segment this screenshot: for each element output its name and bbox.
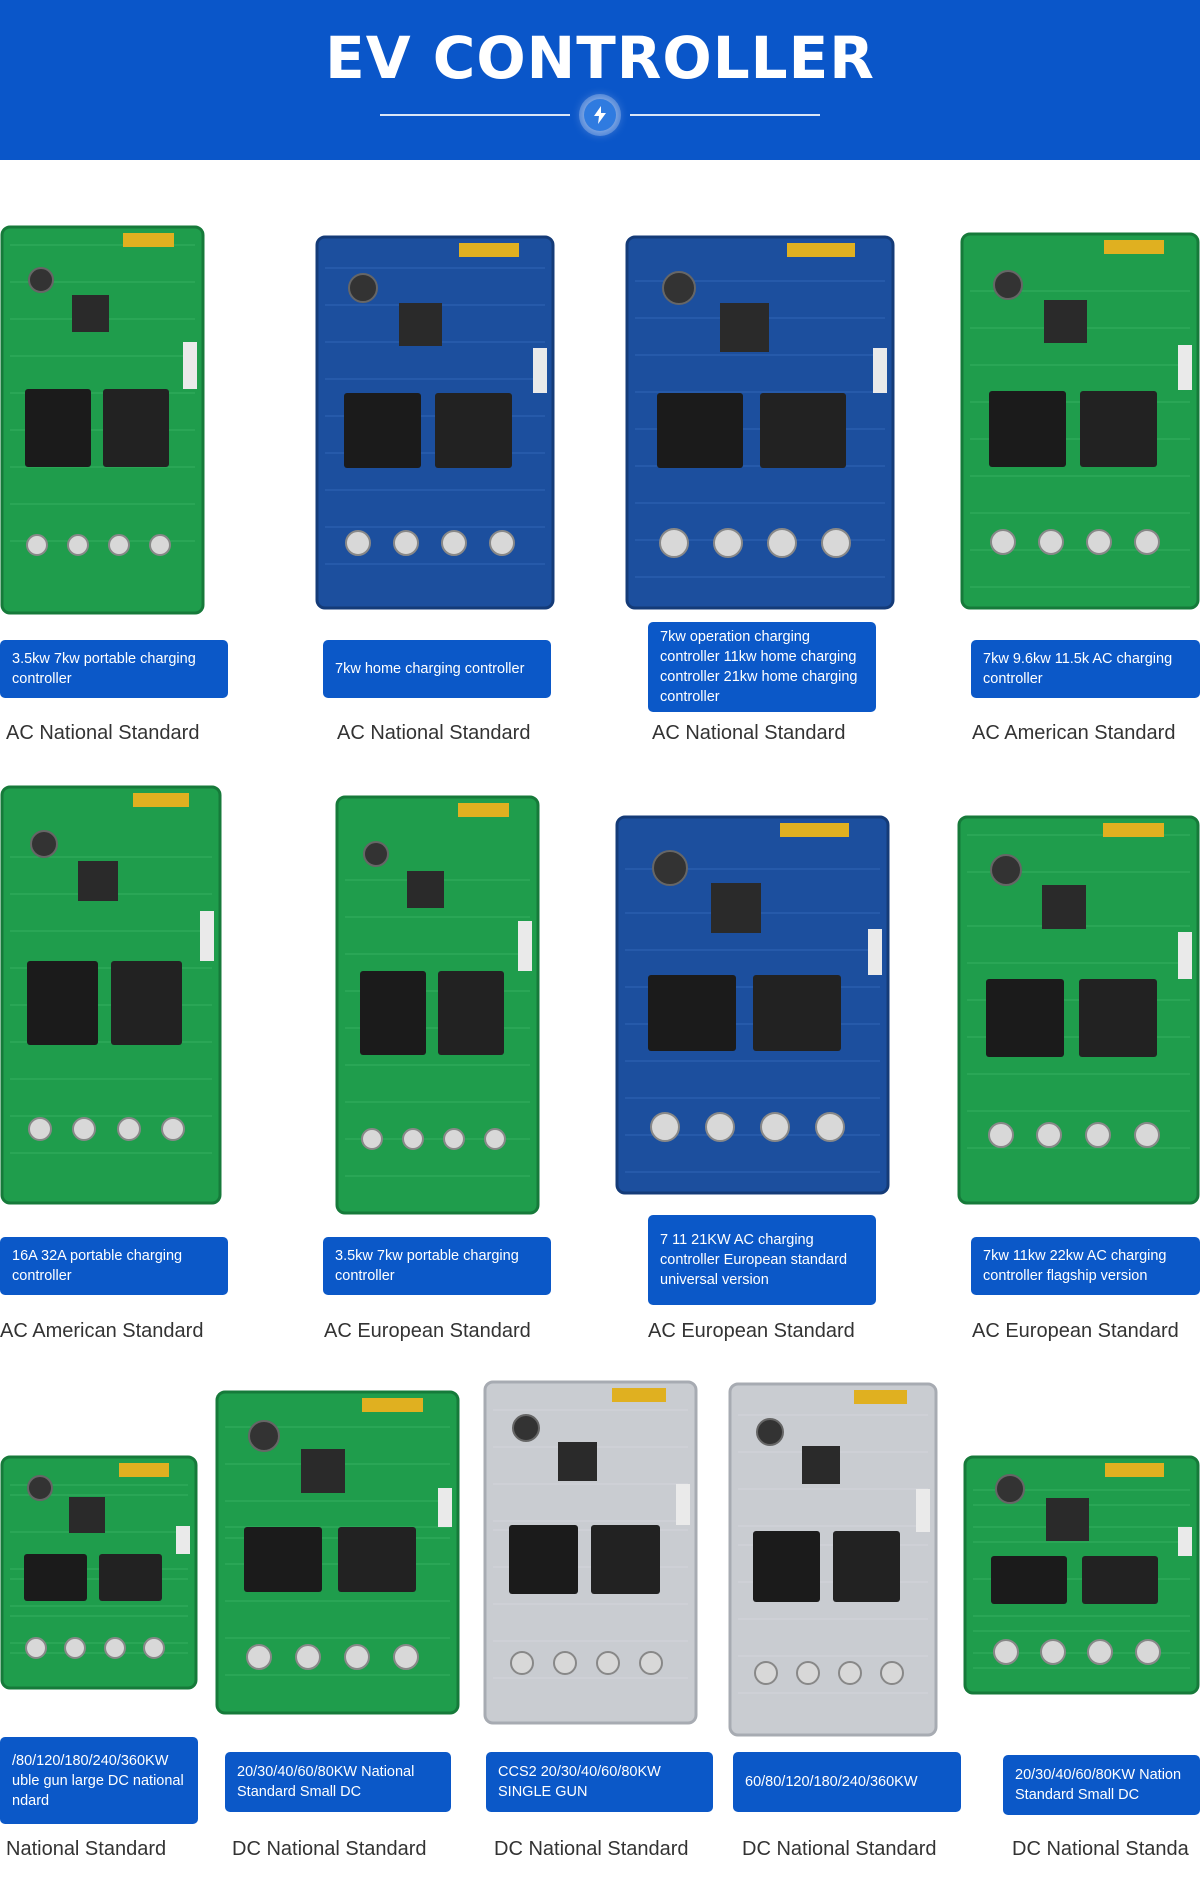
product-standard: DC National Standard: [494, 1838, 689, 1860]
product-standard: DC National Standard: [232, 1838, 427, 1860]
controller-board-image: [963, 1455, 1200, 1695]
controller-board-image: [335, 795, 540, 1215]
product-name-label: 3.5kw 7kw portable charging controller: [0, 640, 228, 698]
controller-board-image: [215, 1390, 460, 1715]
product-name-label: 3.5kw 7kw portable charging controller: [323, 1237, 551, 1295]
controller-board-image: [960, 232, 1200, 610]
product-standard: DC National Standa: [1012, 1838, 1189, 1860]
product-standard: AC American Standard: [0, 1320, 204, 1342]
product-name-label: 7kw operation charging controller 11kw h…: [648, 622, 876, 712]
product-standard: National Standard: [6, 1838, 167, 1860]
page-title: EV CONTROLLER: [325, 24, 875, 92]
product-standard: AC American Standard: [972, 722, 1176, 744]
product-name-label: 7kw 9.6kw 11.5k AC charging controller: [971, 640, 1200, 698]
controller-board-image: [957, 815, 1200, 1205]
product-standard: AC European Standard: [972, 1320, 1179, 1342]
product-name-label: 7kw 11kw 22kw AC charging controller fla…: [971, 1237, 1200, 1295]
controller-board-image: [315, 235, 555, 610]
controller-board-image: [615, 815, 890, 1195]
product-standard: DC National Standard: [742, 1838, 937, 1860]
product-name-label: 16A 32A portable charging controller: [0, 1237, 228, 1295]
controller-board-image: [483, 1380, 698, 1725]
controller-board-image: [728, 1382, 938, 1737]
product-standard: AC European Standard: [648, 1320, 855, 1342]
product-name-label: 7kw home charging controller: [323, 640, 551, 698]
header-divider-left: [380, 114, 570, 116]
controller-board-image: [625, 235, 895, 610]
product-name-label: 20/30/40/60/80KW National Standard Small…: [225, 1752, 451, 1812]
product-standard: AC National Standard: [337, 722, 531, 744]
header-banner: EV CONTROLLER: [0, 0, 1200, 160]
product-standard: AC National Standard: [6, 722, 200, 744]
product-name-label: 20/30/40/60/80KW Nation Standard Small D…: [1003, 1755, 1200, 1815]
lightning-bolt-icon: [584, 99, 616, 131]
controller-board-image: [0, 1455, 198, 1690]
controller-board-image: [0, 225, 205, 615]
product-name-label: 7 11 21KW AC charging controller Europea…: [648, 1215, 876, 1305]
product-name-label: CCS2 20/30/40/60/80KW SINGLE GUN: [486, 1752, 713, 1812]
product-name-label: 60/80/120/180/240/360KW: [733, 1752, 961, 1812]
controller-board-image: [0, 785, 222, 1205]
header-divider-right: [630, 114, 820, 116]
product-name-label: /80/120/180/240/360KW uble gun large DC …: [0, 1737, 198, 1824]
product-standard: AC National Standard: [652, 722, 846, 744]
product-standard: AC European Standard: [324, 1320, 531, 1342]
